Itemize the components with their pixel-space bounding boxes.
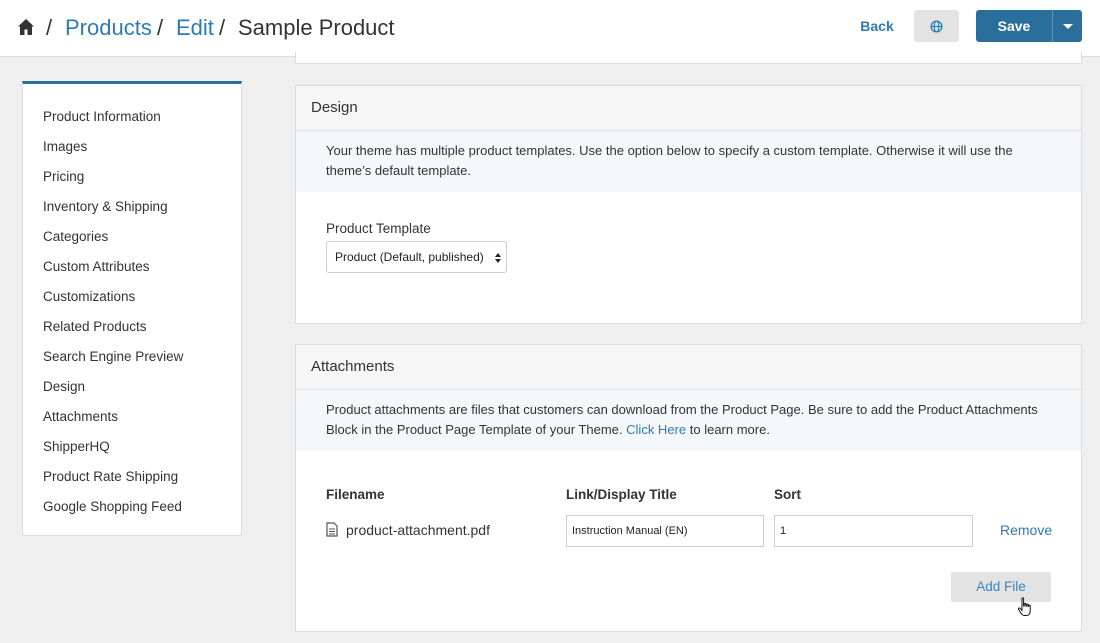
column-header-sort: Sort bbox=[774, 487, 801, 502]
design-section: Design Your theme has multiple product t… bbox=[295, 85, 1082, 324]
breadcrumb-edit[interactable]: Edit bbox=[176, 14, 214, 42]
save-button[interactable]: Save bbox=[976, 10, 1052, 42]
sidebar-item-design[interactable]: Design bbox=[23, 374, 241, 404]
top-bar: / Products / Edit / Sample Product Back … bbox=[0, 0, 1100, 57]
sidebar-item-custom-attributes[interactable]: Custom Attributes bbox=[23, 254, 241, 284]
sidebar-item-attachments[interactable]: Attachments bbox=[23, 404, 241, 434]
attachments-info-tail: to learn more. bbox=[689, 422, 770, 437]
globe-icon bbox=[930, 19, 943, 33]
attachments-section: Attachments Product attachments are file… bbox=[295, 344, 1082, 632]
sidebar-item-shipperhq[interactable]: ShipperHQ bbox=[23, 434, 241, 464]
file-icon bbox=[326, 522, 338, 537]
attachment-filename: product-attachment.pdf bbox=[346, 522, 490, 538]
sidebar-item-product-information[interactable]: Product Information bbox=[23, 104, 241, 134]
breadcrumb-separator: / bbox=[157, 15, 164, 40]
design-info-text: Your theme has multiple product template… bbox=[296, 131, 1081, 192]
column-header-filename: Filename bbox=[326, 487, 385, 502]
breadcrumb-separator: / bbox=[219, 15, 226, 40]
sort-input[interactable]: 1 bbox=[774, 515, 973, 547]
column-header-link-title: Link/Display Title bbox=[566, 487, 677, 502]
click-here-link[interactable]: Click Here bbox=[626, 422, 686, 437]
home-icon[interactable] bbox=[17, 18, 35, 36]
chevron-down-icon bbox=[1062, 23, 1073, 29]
breadcrumb-products[interactable]: Products bbox=[65, 14, 152, 42]
link-display-title-input[interactable]: Instruction Manual (EN) bbox=[566, 515, 764, 547]
sidebar-item-related-products[interactable]: Related Products bbox=[23, 314, 241, 344]
previous-section-card bbox=[295, 52, 1082, 64]
save-options-dropdown[interactable] bbox=[1052, 10, 1082, 42]
product-template-value: Product (Default, published) bbox=[335, 250, 484, 264]
sidebar-item-customizations[interactable]: Customizations bbox=[23, 284, 241, 314]
breadcrumb-separator: / bbox=[46, 15, 53, 40]
sidebar-item-inventory-shipping[interactable]: Inventory & Shipping bbox=[23, 194, 241, 224]
view-storefront-button[interactable] bbox=[914, 10, 959, 42]
select-arrows-icon bbox=[495, 253, 501, 263]
add-file-button[interactable]: Add File bbox=[951, 572, 1051, 602]
product-template-label: Product Template bbox=[326, 221, 431, 236]
attachments-section-title: Attachments bbox=[296, 345, 1081, 390]
design-section-title: Design bbox=[296, 86, 1081, 131]
hand-cursor-icon bbox=[1017, 597, 1031, 616]
attachments-info-text: Product attachments are files that custo… bbox=[296, 390, 1081, 451]
product-template-select[interactable]: Product (Default, published) bbox=[326, 241, 507, 273]
remove-attachment-link[interactable]: Remove bbox=[1000, 522, 1052, 538]
sidebar-item-product-rate-shipping[interactable]: Product Rate Shipping bbox=[23, 464, 241, 494]
back-button[interactable]: Back bbox=[852, 10, 902, 42]
page-title: Sample Product bbox=[238, 15, 395, 40]
section-nav-sidebar: Product Information Images Pricing Inven… bbox=[22, 81, 242, 536]
sidebar-item-categories[interactable]: Categories bbox=[23, 224, 241, 254]
sidebar-item-google-shopping-feed[interactable]: Google Shopping Feed bbox=[23, 494, 241, 524]
sidebar-item-images[interactable]: Images bbox=[23, 134, 241, 164]
sidebar-item-search-engine-preview[interactable]: Search Engine Preview bbox=[23, 344, 241, 374]
sidebar-item-pricing[interactable]: Pricing bbox=[23, 164, 241, 194]
